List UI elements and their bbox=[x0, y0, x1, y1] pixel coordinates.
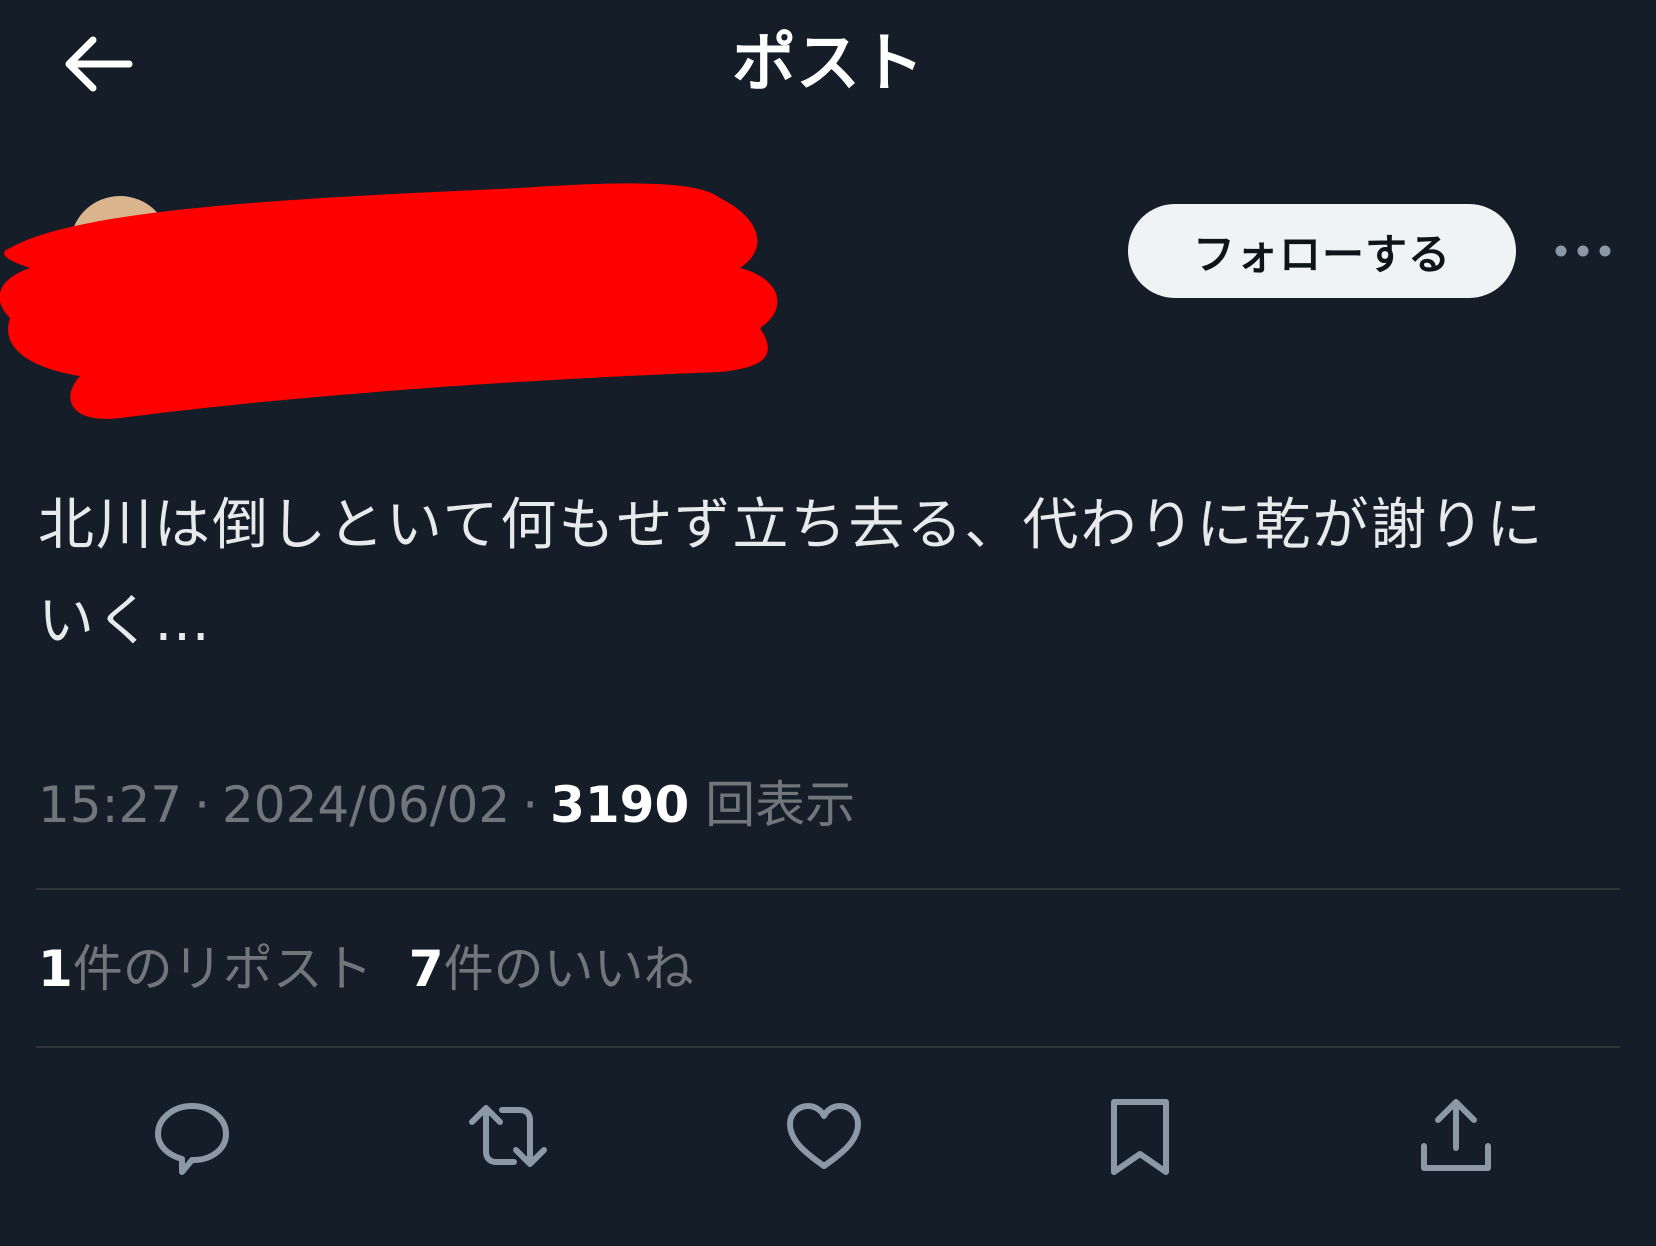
post-detail-screen: ポスト フォローする 北川は倒しといて何もせず立ち去る、代わりに乾が謝りにいく…… bbox=[0, 0, 1656, 1246]
repost-icon bbox=[469, 1105, 547, 1167]
post-meta: 15:27 · 2024/06/02 · 3190 回表示 bbox=[38, 772, 855, 838]
heart-icon bbox=[787, 1103, 861, 1169]
reposts-stat[interactable]: 1件のリポスト bbox=[38, 936, 373, 1002]
more-options-button[interactable] bbox=[1548, 226, 1618, 276]
reposts-label: 件のリポスト bbox=[72, 940, 373, 998]
top-navigation-bar: ポスト bbox=[0, 0, 1656, 130]
post-time[interactable]: 15:27 bbox=[38, 776, 182, 834]
share-icon bbox=[1421, 1099, 1491, 1171]
reposts-count: 1 bbox=[38, 940, 73, 998]
action-bar bbox=[0, 1090, 1656, 1182]
back-arrow-icon bbox=[65, 36, 133, 92]
divider bbox=[36, 888, 1620, 890]
likes-count: 7 bbox=[408, 940, 444, 998]
more-dots-icon bbox=[1555, 245, 1611, 257]
engagement-stats: 1件のリポスト 7件のいいね bbox=[38, 936, 694, 1002]
page-title: ポスト bbox=[732, 27, 924, 101]
post-text: 北川は倒しといて何もせず立ち去る、代わりに乾が謝りにいく… bbox=[38, 493, 1545, 654]
separator-dot: · bbox=[522, 776, 539, 834]
reply-button[interactable] bbox=[146, 1090, 238, 1182]
views-count: 3190 bbox=[550, 776, 690, 834]
bookmark-button[interactable] bbox=[1094, 1090, 1186, 1182]
bookmark-icon bbox=[1111, 1099, 1169, 1175]
divider bbox=[36, 1046, 1620, 1048]
likes-stat[interactable]: 7件のいいね bbox=[409, 936, 694, 1002]
like-button[interactable] bbox=[778, 1090, 870, 1182]
redaction-scribble bbox=[0, 183, 778, 419]
likes-label: 件のいいね bbox=[443, 940, 694, 998]
share-button[interactable] bbox=[1410, 1090, 1502, 1182]
separator-dot: · bbox=[194, 776, 210, 834]
reply-icon bbox=[155, 1103, 229, 1175]
post-date[interactable]: 2024/06/02 bbox=[222, 776, 510, 834]
repost-button[interactable] bbox=[462, 1090, 554, 1182]
views-label: 回表示 bbox=[705, 776, 856, 834]
back-button[interactable] bbox=[52, 24, 142, 104]
follow-button[interactable]: フォローする bbox=[1128, 204, 1516, 298]
